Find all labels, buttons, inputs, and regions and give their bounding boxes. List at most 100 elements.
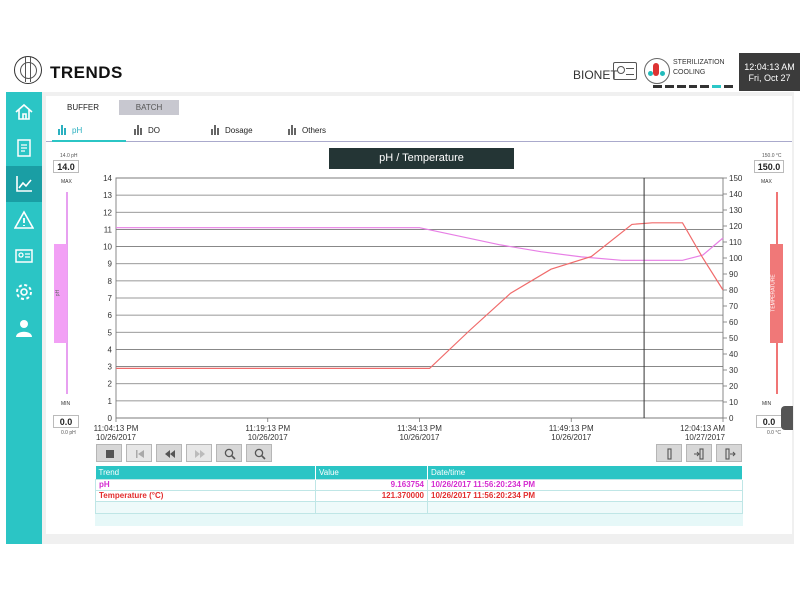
y-right-tick-label: 120 <box>729 222 743 231</box>
subtab-dosage[interactable]: Dosage <box>211 124 253 138</box>
gear-icon <box>16 284 32 300</box>
x-tick-date-label: 10/26/2017 <box>96 433 137 442</box>
cursor-left-button[interactable] <box>686 444 712 462</box>
sidebar-item-account[interactable] <box>6 310 42 346</box>
y-left-tick-label: 9 <box>108 260 113 269</box>
sidebar-item-trends[interactable] <box>6 166 42 202</box>
cursor-right-icon <box>725 448 736 460</box>
tab-batch[interactable]: BATCH <box>119 100 179 115</box>
y-right-tick-label: 0 <box>729 414 734 423</box>
rewind-button[interactable] <box>156 444 182 462</box>
bar-chart-icon <box>288 125 298 135</box>
sidebar-item-home[interactable] <box>6 94 42 130</box>
user-icon <box>16 320 32 337</box>
clock: 12:04:13 AM Fri, Oct 27 <box>739 53 800 91</box>
y-left-tick-label: 6 <box>108 311 113 320</box>
y-left-tick-label: 10 <box>103 243 112 252</box>
app-logo-icon <box>14 56 42 84</box>
zoom-out-button[interactable] <box>246 444 272 462</box>
subtab-ph[interactable]: pH <box>58 124 82 138</box>
y-left-tick-label: 4 <box>108 345 113 354</box>
table-row[interactable]: Temperature (°C) 121.370000 10/26/2017 1… <box>95 489 743 502</box>
go-to-start-button[interactable] <box>126 444 152 462</box>
column-header-trend[interactable]: Trend <box>95 466 316 479</box>
sidebar-item-users[interactable] <box>6 238 42 274</box>
stop-button[interactable] <box>96 444 122 462</box>
bar-chart-icon <box>58 125 68 135</box>
x-tick-label: 11:04:13 PM <box>94 424 139 433</box>
y-left-tick-label: 5 <box>108 328 113 337</box>
subtab-do[interactable]: DO <box>134 124 160 138</box>
row-trend: pH <box>95 478 316 491</box>
y-left-tick-label: 13 <box>103 191 112 200</box>
row-datetime: 10/26/2017 11:56:20:234 PM <box>427 489 743 502</box>
cursor-right-button[interactable] <box>716 444 742 462</box>
fast-forward-icon <box>195 450 205 458</box>
y-right-tick-label: 50 <box>729 334 738 343</box>
y-left-tick-label: 11 <box>104 225 113 234</box>
row-value: 9.163754 <box>315 478 428 491</box>
table-empty-area <box>95 514 743 526</box>
x-tick-label: 12:04:13 AM <box>680 424 725 433</box>
y-right-tick-label: 60 <box>729 318 738 327</box>
temp-max-caption: 150.0 °C <box>762 153 782 159</box>
row-datetime: 10/26/2017 11:56:20:234 PM <box>427 478 743 491</box>
sidebar-item-alarms[interactable] <box>6 202 42 238</box>
subtab-others[interactable]: Others <box>288 124 326 138</box>
trend-values-table: Trend Value Date/time pH 9.163754 10/26/… <box>95 466 743 514</box>
active-subtab-indicator <box>52 140 126 142</box>
sidebar-item-settings[interactable] <box>6 274 42 310</box>
x-tick-label: 11:34:13 PM <box>397 424 442 433</box>
y-left-tick-label: 14 <box>103 174 112 183</box>
y-right-tick-label: 90 <box>729 270 738 279</box>
x-tick-label: 11:19:13 PM <box>245 424 290 433</box>
cursor-line-icon <box>667 448 672 460</box>
sidebar-item-recipe[interactable] <box>6 130 42 166</box>
zoom-in-button[interactable] <box>216 444 242 462</box>
y-left-tick-label: 12 <box>103 208 112 217</box>
table-row[interactable]: pH 9.163754 10/26/2017 11:56:20:234 PM <box>95 478 743 491</box>
y-right-tick-label: 110 <box>729 238 742 247</box>
y-left-tick-label: 7 <box>108 294 113 303</box>
clock-date: Fri, Oct 27 <box>748 73 791 83</box>
ph-max-caption: 14.0 pH <box>60 153 78 159</box>
subtab-do-label: DO <box>148 126 160 135</box>
empty-cell <box>95 500 316 514</box>
y-right-tick-label: 150 <box>729 174 743 183</box>
column-header-datetime[interactable]: Date/time <box>427 466 743 479</box>
y-right-tick-label: 80 <box>729 286 738 295</box>
y-left-tick-label: 3 <box>108 363 113 372</box>
stop-icon <box>106 450 114 458</box>
forward-button[interactable] <box>186 444 212 462</box>
y-right-tick-label: 10 <box>729 398 738 407</box>
y-left-tick-label: 2 <box>108 380 113 389</box>
x-tick-date-label: 10/26/2017 <box>248 433 289 442</box>
sterilization-icon[interactable] <box>644 58 670 84</box>
y-right-tick-label: 70 <box>729 302 738 311</box>
table-row <box>95 500 743 514</box>
trends-icon <box>16 176 32 192</box>
y-right-tick-label: 140 <box>729 190 743 199</box>
status-line-2: COOLING <box>673 69 706 76</box>
y-right-tick-label: 130 <box>729 206 743 215</box>
y-left-tick-label: 1 <box>108 397 113 406</box>
subtab-others-label: Others <box>302 126 327 135</box>
x-tick-label: 11:49:13 PM <box>549 424 594 433</box>
cursor-left-icon <box>694 448 704 460</box>
row-trend: Temperature (°C) <box>95 489 316 502</box>
skip-start-icon <box>136 450 144 458</box>
trend-chart[interactable]: 0123456789101112131401020304050607080901… <box>46 168 792 448</box>
y-right-tick-label: 20 <box>729 382 738 391</box>
x-tick-date-label: 10/27/2017 <box>685 433 726 442</box>
page-title: TRENDS <box>50 63 123 82</box>
clock-time: 12:04:13 AM <box>744 62 795 72</box>
y-left-tick-label: 0 <box>108 414 113 423</box>
home-icon <box>15 103 33 120</box>
column-header-value[interactable]: Value <box>315 466 428 479</box>
cursor-button[interactable] <box>656 444 682 462</box>
id-badge-icon[interactable] <box>613 62 637 80</box>
rewind-icon <box>165 450 175 458</box>
bar-chart-icon <box>211 125 221 135</box>
subtab-ph-label: pH <box>72 126 83 135</box>
tab-buffer[interactable]: BUFFER <box>52 100 114 115</box>
